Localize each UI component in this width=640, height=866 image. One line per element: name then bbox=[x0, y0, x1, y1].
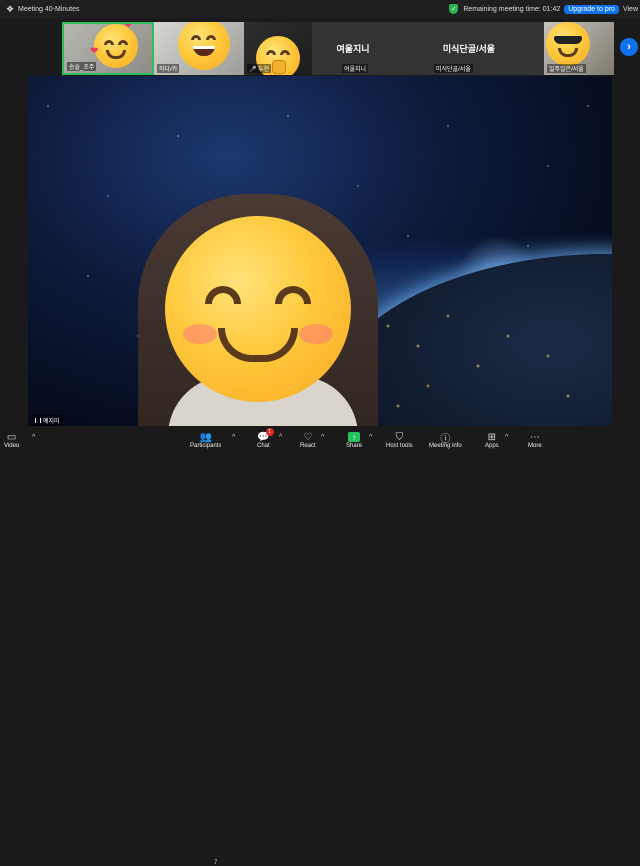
chat-label: Chat bbox=[257, 443, 270, 449]
window-title: Meeting 40-Minutes bbox=[18, 5, 80, 13]
zoom-logo-icon: ❖ bbox=[5, 3, 15, 14]
video-camera-icon: ▭ bbox=[6, 431, 17, 443]
sunglasses bbox=[554, 36, 582, 44]
signal-strength-icon bbox=[35, 418, 41, 423]
apps-grid-icon: ⊞ bbox=[487, 431, 497, 443]
title-bar-right: ✓ Remaining meeting time: 01:42 Upgrade … bbox=[449, 0, 640, 18]
smiling-face-with-sunglasses-icon bbox=[546, 22, 590, 66]
next-page-button[interactable]: › bbox=[620, 38, 638, 56]
participant-name: 미식단골/서울 bbox=[434, 64, 473, 73]
heart-outline-icon: ♡ bbox=[303, 431, 313, 443]
smiling-face-with-hearts-icon: ❤ ❤ bbox=[90, 22, 138, 68]
emoji-mouth bbox=[106, 50, 126, 59]
meeting-info-label: Meeting info bbox=[429, 443, 462, 449]
react-options-caret[interactable]: ^ bbox=[321, 434, 324, 441]
apps-options-caret[interactable]: ^ bbox=[505, 434, 508, 441]
emoji-eye bbox=[275, 286, 311, 304]
main-video-tile[interactable] bbox=[28, 76, 612, 426]
participant-name: 송솔_조주 bbox=[67, 62, 97, 71]
hand-icon bbox=[272, 60, 286, 74]
title-bar: ❖ Meeting 40-Minutes ✓ Remaining meeting… bbox=[0, 0, 640, 18]
emoji-blush bbox=[299, 324, 333, 344]
emoji-eye bbox=[205, 286, 241, 304]
muted-mic-icon: 🎤 bbox=[249, 67, 257, 73]
video-options-caret[interactable]: ^ bbox=[32, 434, 35, 441]
emoji-mouth bbox=[218, 328, 298, 362]
share-screen-icon: ↑ bbox=[348, 431, 360, 443]
video-button[interactable]: ▭ Video bbox=[4, 431, 20, 450]
participant-tile[interactable]: 🎤 두현 bbox=[244, 22, 312, 75]
participant-tile[interactable]: ❤ ❤ 송솔_조주 bbox=[62, 22, 154, 75]
participants-button[interactable]: 👥 Participants bbox=[190, 431, 222, 450]
apps-button[interactable]: ⊞ Apps bbox=[485, 431, 499, 450]
participant-name: 일주일은/서울 bbox=[547, 64, 586, 73]
more-label: More bbox=[528, 443, 542, 449]
more-dots-icon: ⋯ bbox=[529, 431, 540, 443]
participant-thumbnail-strip: ❤ ❤ 송솔_조주 하다/카 🎤 두현 여울지니 여울지니 미식단골/서울 미식… bbox=[62, 22, 614, 75]
chat-icon: 💬 1 bbox=[257, 428, 274, 443]
participant-tile[interactable]: 여울지니 여울지니 bbox=[312, 22, 394, 75]
emoji-mouth bbox=[558, 48, 578, 57]
city-lights bbox=[358, 286, 608, 416]
emoji-eye bbox=[104, 40, 114, 45]
share-arrow-icon: ↑ bbox=[348, 432, 360, 442]
emoji-eye bbox=[266, 50, 276, 55]
share-label: Share bbox=[346, 443, 363, 449]
video-label: Video bbox=[4, 443, 20, 449]
info-icon: ⓘ bbox=[440, 433, 451, 445]
security-shield-icon[interactable]: ✓ bbox=[449, 4, 459, 14]
participant-center-name: 미식단골/서울 bbox=[442, 44, 496, 54]
view-button[interactable]: View bbox=[623, 6, 638, 13]
participant-tile[interactable]: 미식단골/서울 미식단골/서울 bbox=[394, 22, 544, 75]
chevron-right-icon: › bbox=[627, 41, 631, 53]
shield-icon: ⛉ bbox=[395, 431, 404, 443]
participants-icon: 👥 bbox=[199, 431, 212, 443]
emoji-eye bbox=[206, 35, 216, 40]
grinning-face-icon bbox=[178, 22, 230, 70]
participants-count: 7 bbox=[214, 860, 218, 866]
emoji-eye bbox=[118, 40, 128, 45]
apps-label: Apps bbox=[485, 443, 499, 449]
host-tools-label: Host tools bbox=[386, 443, 413, 449]
main-participant-name: 예지미 bbox=[32, 415, 63, 426]
share-button[interactable]: ↑ Share bbox=[346, 431, 362, 449]
remaining-time-label: Remaining meeting time: 01:42 bbox=[463, 5, 561, 13]
participant-center-name: 여울지니 bbox=[336, 44, 370, 54]
meeting-info-button[interactable]: ⓘ Meeting info bbox=[429, 431, 462, 450]
participant-tile[interactable]: 일주일은/서울 bbox=[544, 22, 614, 75]
heart-icon: ❤ bbox=[124, 22, 133, 31]
react-label: React bbox=[300, 443, 316, 449]
participant-name: 하다/카 bbox=[157, 64, 180, 73]
participants-label: Participants bbox=[190, 443, 222, 449]
emoji-eye bbox=[191, 35, 201, 40]
emoji-eye bbox=[280, 50, 290, 55]
upgrade-button[interactable]: Upgrade to pro bbox=[564, 4, 619, 14]
chat-button[interactable]: 💬 1 Chat bbox=[257, 428, 274, 449]
chat-options-caret[interactable]: ^ bbox=[279, 434, 282, 441]
chat-badge: 1 bbox=[265, 428, 274, 436]
share-options-caret[interactable]: ^ bbox=[369, 434, 372, 441]
react-button[interactable]: ♡ React bbox=[300, 431, 316, 450]
participants-options-caret[interactable]: ^ bbox=[232, 434, 235, 441]
smiling-face-with-smiling-eyes-icon bbox=[165, 216, 351, 402]
host-tools-button[interactable]: ⛉ Host tools bbox=[386, 431, 413, 450]
heart-icon: ❤ bbox=[90, 46, 99, 57]
meeting-toolbar: ▭ Video ^ 👥 Participants 7 ^ 💬 1 Chat ^ ♡… bbox=[0, 428, 640, 866]
emoji-mouth bbox=[193, 46, 215, 56]
more-button[interactable]: ⋯ More bbox=[528, 431, 542, 450]
participant-name-text: 두현 bbox=[258, 67, 270, 73]
participant-name: 🎤 두현 bbox=[247, 64, 272, 73]
main-participant-name-text: 예지미 bbox=[43, 419, 60, 425]
participant-name: 여울지니 bbox=[342, 64, 369, 73]
participant-tile[interactable]: 하다/카 bbox=[154, 22, 244, 75]
emoji-blush bbox=[183, 324, 217, 344]
